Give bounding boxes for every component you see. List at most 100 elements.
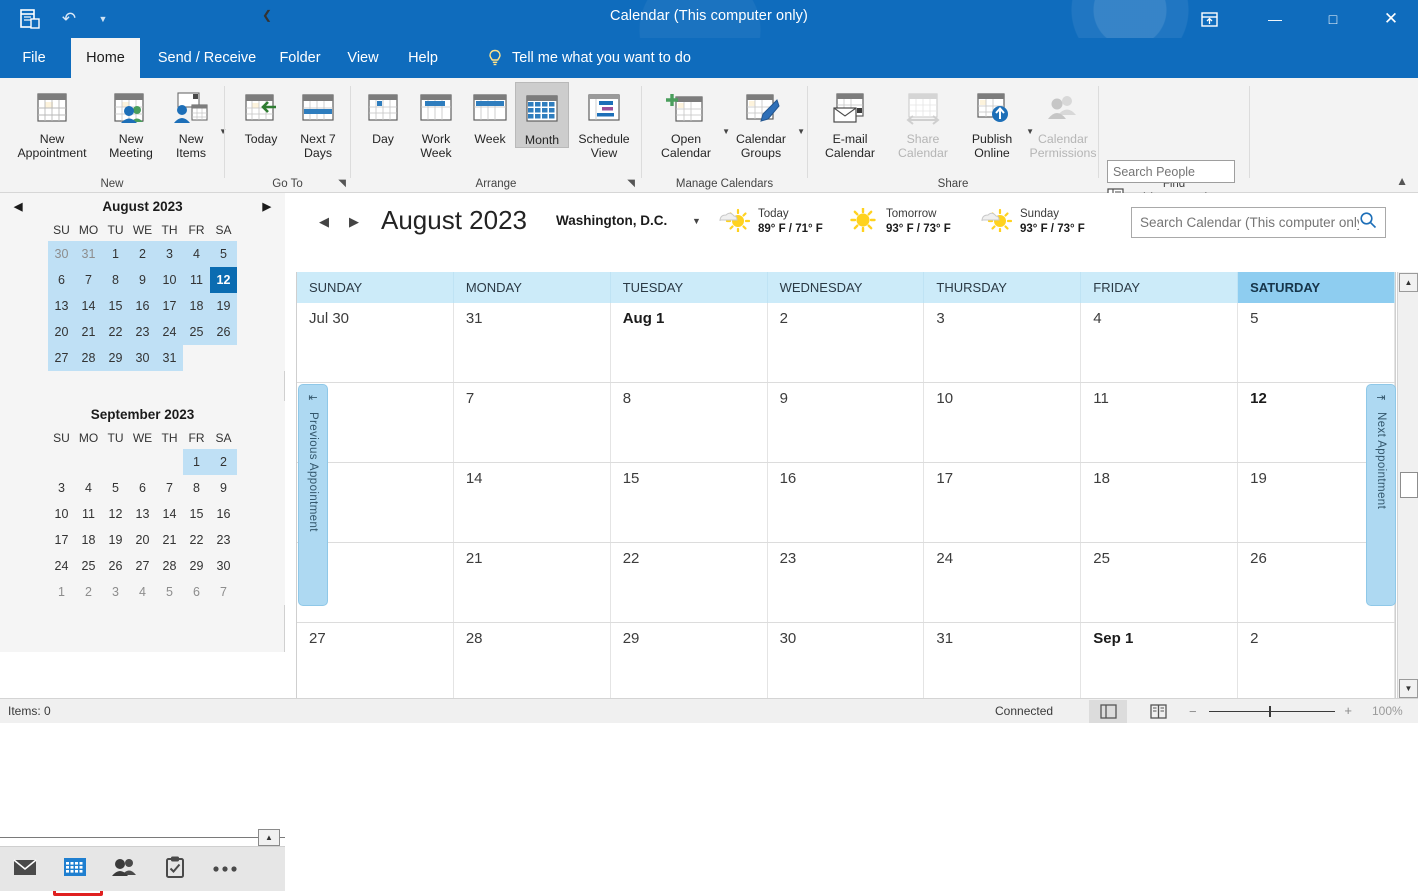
date-navigator-day[interactable]: 16 xyxy=(129,293,156,319)
day-cell[interactable]: 25 xyxy=(1081,543,1238,622)
day-cell[interactable]: 21 xyxy=(454,543,611,622)
date-navigator-day[interactable]: 9 xyxy=(210,475,237,501)
today-button[interactable]: Today xyxy=(231,84,291,146)
collapse-ribbon-chevron-up-icon[interactable]: ▲ xyxy=(1396,174,1408,188)
date-navigator-grid-september[interactable]: 1234567891011121314151617181920212223242… xyxy=(0,449,285,605)
date-navigator-day[interactable]: 12 xyxy=(102,501,129,527)
search-calendar-box[interactable] xyxy=(1131,207,1386,238)
day-view-button[interactable]: Day xyxy=(359,84,407,146)
date-navigator-day[interactable]: 6 xyxy=(129,475,156,501)
date-navigator-day[interactable]: 16 xyxy=(210,501,237,527)
date-navigator-day[interactable]: 15 xyxy=(102,293,129,319)
date-navigator-day[interactable]: 8 xyxy=(102,267,129,293)
day-cell[interactable]: 31 xyxy=(454,303,611,382)
scrollbar-thumb[interactable] xyxy=(1400,472,1418,498)
date-navigator-day[interactable]: 31 xyxy=(75,241,102,267)
date-navigator-day[interactable]: 20 xyxy=(48,319,75,345)
tab-file[interactable]: File xyxy=(12,38,56,78)
date-navigator-day[interactable]: 1 xyxy=(102,241,129,267)
date-navigator-day[interactable]: 3 xyxy=(156,241,183,267)
day-cell[interactable]: 16 xyxy=(768,463,925,542)
work-week-view-button[interactable]: Work Week xyxy=(409,84,463,160)
date-navigator-day[interactable]: 17 xyxy=(156,293,183,319)
reading-view-button[interactable] xyxy=(1139,700,1177,723)
day-header-monday[interactable]: MONDAY xyxy=(454,272,611,303)
date-navigator-day[interactable]: 1 xyxy=(183,449,210,475)
tell-me-search[interactable]: Tell me what you want to do xyxy=(487,38,691,78)
day-cell[interactable]: 18 xyxy=(1081,463,1238,542)
module-more[interactable] xyxy=(200,847,250,892)
next-appointment-button[interactable]: ⇥ Next Appointment xyxy=(1366,384,1396,606)
day-cell[interactable]: 10 xyxy=(924,383,1081,462)
calendar-groups-button[interactable]: Calendar Groups ▼ xyxy=(725,84,797,160)
day-cell[interactable]: 30 xyxy=(768,623,925,702)
date-navigator-day[interactable]: 23 xyxy=(210,527,237,553)
date-navigator-day[interactable]: 29 xyxy=(102,345,129,371)
date-navigator-day[interactable]: 18 xyxy=(183,293,210,319)
day-cell[interactable]: 23 xyxy=(768,543,925,622)
day-cell[interactable]: Aug 1 xyxy=(611,303,768,382)
date-navigator-day[interactable]: 14 xyxy=(75,293,102,319)
date-navigator-day[interactable]: 29 xyxy=(183,553,210,579)
month-view-button[interactable]: Month xyxy=(515,82,569,148)
search-icon[interactable] xyxy=(1359,211,1377,234)
week-view-button[interactable]: Week xyxy=(465,84,515,146)
tab-folder[interactable]: Folder xyxy=(271,38,329,78)
day-header-tuesday[interactable]: TUESDAY xyxy=(611,272,768,303)
day-cell[interactable]: 7 xyxy=(454,383,611,462)
tab-home[interactable]: Home xyxy=(71,38,140,78)
date-navigator-day[interactable]: 24 xyxy=(48,553,75,579)
module-mail[interactable] xyxy=(0,847,50,892)
day-cell[interactable]: 14 xyxy=(454,463,611,542)
nav-pane-expand-chevron-up-icon[interactable]: ▲ xyxy=(258,829,280,846)
date-navigator-day[interactable]: 4 xyxy=(183,241,210,267)
date-navigator-day[interactable]: 6 xyxy=(183,579,210,605)
date-navigator-day[interactable]: 13 xyxy=(48,293,75,319)
day-cell[interactable]: 3 xyxy=(924,303,1081,382)
zoom-track[interactable] xyxy=(1209,711,1335,712)
next-7-days-button[interactable]: Next 7 Days xyxy=(289,84,347,160)
email-calendar-button[interactable]: E-mail Calendar xyxy=(814,84,886,160)
day-cell[interactable]: 31 xyxy=(924,623,1081,702)
module-people[interactable] xyxy=(100,847,150,892)
date-navigator-day[interactable]: 12 xyxy=(210,267,237,293)
zoom-level[interactable]: 100% xyxy=(1372,704,1403,718)
date-navigator-day[interactable]: 8 xyxy=(183,475,210,501)
date-navigator-day[interactable]: 19 xyxy=(210,293,237,319)
scroll-up-triangle-up-icon[interactable]: ▲ xyxy=(1399,273,1418,292)
day-cell[interactable]: 8 xyxy=(611,383,768,462)
day-cell[interactable]: 29 xyxy=(611,623,768,702)
next-month-triangle-right-icon[interactable]: ▶ xyxy=(263,200,271,213)
date-navigator-day[interactable]: 26 xyxy=(102,553,129,579)
date-navigator-day[interactable]: 27 xyxy=(48,345,75,371)
tab-send-receive[interactable]: Send / Receive xyxy=(146,38,268,78)
date-navigator-day[interactable]: 30 xyxy=(129,345,156,371)
schedule-view-button[interactable]: Schedule View xyxy=(573,84,635,160)
collapse-nav-pane-chevron-left-icon[interactable]: ❮ xyxy=(262,8,272,22)
module-calendar[interactable] xyxy=(50,847,100,892)
arrange-dialog-launcher[interactable]: ◥ xyxy=(627,178,635,189)
normal-view-button[interactable] xyxy=(1089,700,1127,723)
ribbon-display-options-icon[interactable] xyxy=(1186,0,1232,38)
date-navigator-day[interactable]: 2 xyxy=(75,579,102,605)
day-cell[interactable]: 5 xyxy=(1238,303,1395,382)
date-navigator-day[interactable]: 19 xyxy=(102,527,129,553)
day-cell[interactable]: 24 xyxy=(924,543,1081,622)
date-navigator-day[interactable]: 25 xyxy=(75,553,102,579)
date-navigator-day[interactable]: 31 xyxy=(156,345,183,371)
previous-appointment-button[interactable]: ⇤ Previous Appointment xyxy=(298,384,328,606)
date-navigator-day[interactable]: 14 xyxy=(156,501,183,527)
date-navigator-day[interactable]: 1 xyxy=(48,579,75,605)
date-navigator-day[interactable]: 3 xyxy=(48,475,75,501)
date-navigator-day[interactable]: 27 xyxy=(129,553,156,579)
date-navigator-day[interactable]: 10 xyxy=(48,501,75,527)
day-header-thursday[interactable]: THURSDAY xyxy=(924,272,1081,303)
date-navigator-day[interactable]: 22 xyxy=(183,527,210,553)
day-cell[interactable]: Jul 30 xyxy=(297,303,454,382)
day-cell[interactable]: 9 xyxy=(768,383,925,462)
date-navigator-day[interactable]: 6 xyxy=(48,267,75,293)
day-header-wednesday[interactable]: WEDNESDAY xyxy=(768,272,925,303)
date-navigator-day[interactable]: 25 xyxy=(183,319,210,345)
new-items-button[interactable]: New Items ▼ xyxy=(160,84,222,160)
date-navigator-day[interactable]: 21 xyxy=(156,527,183,553)
